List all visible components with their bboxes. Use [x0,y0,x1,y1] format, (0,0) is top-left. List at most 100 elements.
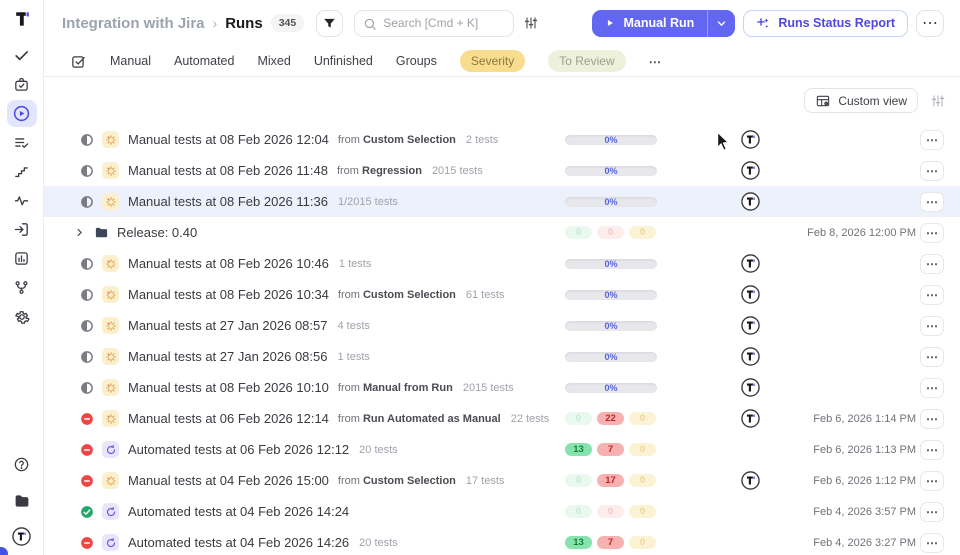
run-title[interactable]: Manual tests at 08 Feb 2026 10:10 [128,380,329,395]
search-settings-icon[interactable] [523,15,539,31]
assignee-avatar[interactable] [741,471,760,490]
view-settings-icon[interactable] [930,93,946,109]
select-runs-icon[interactable] [70,53,87,70]
tab-to-review[interactable]: To Review [548,50,626,72]
badge-green: 0 [565,226,592,239]
app-logo-icon[interactable] [12,9,32,29]
chevron-down-icon [715,17,728,30]
run-title[interactable]: Automated tests at 04 Feb 2026 14:24 [128,504,349,519]
sidebar-item-runs[interactable] [6,100,37,127]
run-row[interactable]: Manual tests at 27 Jan 2026 08:57 4 tests… [44,310,960,341]
run-title[interactable]: Manual tests at 06 Feb 2026 12:14 [128,411,329,426]
row-menu-button[interactable]: ⋯ [920,470,944,491]
sidebar-item-account[interactable] [7,523,37,550]
runs-status-report-button[interactable]: Runs Status Report [743,9,908,37]
assignee-avatar[interactable] [741,285,760,304]
run-title[interactable]: Manual tests at 08 Feb 2026 10:34 [128,287,329,302]
sparkles-icon [756,16,771,31]
run-title[interactable]: Manual tests at 08 Feb 2026 11:36 [128,194,328,209]
row-menu-button[interactable]: ⋯ [920,191,944,212]
assignee-avatar[interactable] [741,192,760,211]
run-title[interactable]: Manual tests at 08 Feb 2026 12:04 [128,132,329,147]
row-menu-button[interactable]: ⋯ [920,129,944,150]
header-more-button[interactable]: ⋯ [916,9,944,37]
run-title[interactable]: Automated tests at 04 Feb 2026 14:26 [128,535,349,550]
chevron-right-icon[interactable] [74,227,85,238]
release-title[interactable]: Release: 0.40 [117,225,197,240]
run-row[interactable]: Automated tests at 04 Feb 2026 14:26 20 t… [44,527,960,555]
tab-automated[interactable]: Automated [174,54,234,68]
manual-run-button[interactable]: Manual Run [592,9,736,37]
filter-button[interactable] [316,9,344,37]
pulse-icon [13,192,30,209]
row-menu-button[interactable]: ⋯ [920,160,944,181]
tab-unfinished[interactable]: Unfinished [314,54,373,68]
row-menu-button[interactable]: ⋯ [920,315,944,336]
sidebar-item-suites[interactable] [7,71,37,98]
tab-severity[interactable]: Severity [459,50,526,72]
result-badges: 000 [565,505,656,518]
row-menu-button[interactable]: ⋯ [920,222,944,243]
release-row[interactable]: Release: 0.40 0 0 0 Feb 8, 2026 12:00 PM ⋯ [44,217,960,248]
run-row[interactable]: Manual tests at 08 Feb 2026 12:04 from Cu… [44,124,960,155]
sidebar-item-imports[interactable] [7,216,37,243]
sidebar-item-help[interactable] [7,451,37,478]
run-row[interactable]: Manual tests at 27 Jan 2026 08:56 1 tests… [44,341,960,372]
manual-run-icon [102,162,119,179]
run-title[interactable]: Manual tests at 08 Feb 2026 11:48 [128,163,328,178]
run-row[interactable]: Manual tests at 08 Feb 2026 10:34 from Cu… [44,279,960,310]
run-row[interactable]: Manual tests at 04 Feb 2026 15:00 from Cu… [44,465,960,496]
run-row[interactable]: Manual tests at 06 Feb 2026 12:14 from Ru… [44,403,960,434]
row-menu-button[interactable]: ⋯ [920,532,944,553]
custom-view-button[interactable]: Custom view [804,88,918,113]
run-title[interactable]: Manual tests at 04 Feb 2026 15:00 [128,473,329,488]
automated-run-icon [102,441,119,458]
run-row[interactable]: Automated tests at 04 Feb 2026 14:24 0 0 0 F… [44,496,960,527]
assignee-avatar[interactable] [741,161,760,180]
run-title[interactable]: Manual tests at 08 Feb 2026 10:46 [128,256,329,271]
assignee-avatar[interactable] [741,130,760,149]
row-menu-button[interactable]: ⋯ [920,501,944,522]
sidebar-bottom [7,451,37,555]
run-row[interactable]: Manual tests at 08 Feb 2026 11:48 from Re… [44,155,960,186]
sidebar-item-plans[interactable] [7,129,37,156]
run-title[interactable]: Manual tests at 27 Jan 2026 08:57 [128,318,327,333]
tab-groups[interactable]: Groups [396,54,437,68]
assignee-avatar[interactable] [741,316,760,335]
sidebar-item-settings[interactable] [7,303,37,330]
sidebar-item-projects[interactable] [7,487,37,514]
result-badges: 13 7 0 [565,443,656,456]
run-row[interactable]: Manual tests at 08 Feb 2026 11:36 1/2015 … [44,186,960,217]
row-menu-button[interactable]: ⋯ [920,253,944,274]
tab-mixed[interactable]: Mixed [257,54,290,68]
run-row[interactable]: Automated tests at 06 Feb 2026 12:12 20 t… [44,434,960,465]
row-menu-button[interactable]: ⋯ [920,377,944,398]
sidebar-item-branches[interactable] [7,274,37,301]
badge-green: 0 [565,412,592,425]
tabs-more-button[interactable]: ⋯ [649,54,662,69]
sidebar-item-tests[interactable] [7,42,37,69]
row-menu-button[interactable]: ⋯ [920,408,944,429]
manual-run-icon [102,410,119,427]
breadcrumb-project[interactable]: Integration with Jira [62,15,205,32]
sidebar-item-milestones[interactable] [7,158,37,185]
tab-manual[interactable]: Manual [110,54,151,68]
progress-bar: 0% [565,165,657,176]
run-title[interactable]: Automated tests at 06 Feb 2026 12:12 [128,442,349,457]
sidebar-item-reports[interactable] [7,245,37,272]
search-input[interactable] [354,9,515,37]
progress-label: 0% [604,351,618,362]
run-row[interactable]: Manual tests at 08 Feb 2026 10:10 from Ma… [44,372,960,403]
assignee-avatar[interactable] [741,378,760,397]
row-menu-button[interactable]: ⋯ [920,439,944,460]
row-menu-button[interactable]: ⋯ [920,346,944,367]
manual-run-dropdown[interactable] [708,10,735,37]
run-row[interactable]: Manual tests at 08 Feb 2026 10:46 1 tests… [44,248,960,279]
row-menu-button[interactable]: ⋯ [920,284,944,305]
sidebar-item-analytics[interactable] [7,187,37,214]
assignee-avatar[interactable] [741,254,760,273]
custom-view-label: Custom view [838,93,907,108]
assignee-avatar[interactable] [741,409,760,428]
run-title[interactable]: Manual tests at 27 Jan 2026 08:56 [128,349,327,364]
assignee-avatar[interactable] [741,347,760,366]
